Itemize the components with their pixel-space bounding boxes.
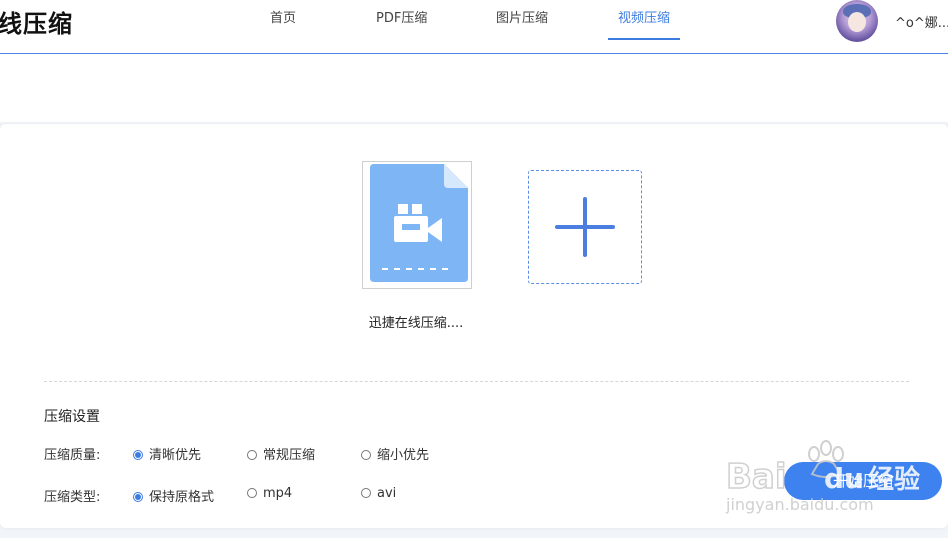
type-option-avi[interactable]: avi bbox=[361, 486, 396, 501]
username[interactable]: ^o^娜... bbox=[895, 12, 948, 31]
quality-label: 压缩质量: bbox=[44, 448, 101, 463]
watermark-brand-cn: 经验 bbox=[868, 464, 920, 495]
type-option-mp4[interactable]: mp4 bbox=[247, 486, 292, 501]
nav-image-compress[interactable]: 图片压缩 bbox=[496, 11, 548, 38]
radio-checked-icon[interactable] bbox=[133, 491, 143, 502]
radio-checked-icon[interactable] bbox=[133, 449, 143, 460]
uploaded-file-card[interactable] bbox=[362, 161, 472, 289]
quality-option-normal[interactable]: 常规压缩 bbox=[247, 444, 315, 463]
quality-option-small[interactable]: 缩小优先 bbox=[361, 444, 429, 463]
type-option-original[interactable]: 保持原格式 bbox=[133, 486, 214, 505]
nav-home[interactable]: 首页 bbox=[270, 11, 296, 38]
nav-pdf-compress[interactable]: PDF压缩 bbox=[376, 11, 427, 38]
video-file-icon bbox=[370, 164, 468, 282]
plus-icon bbox=[555, 197, 615, 257]
file-name: 迅捷在线压缩.... bbox=[368, 316, 464, 331]
radio-icon[interactable] bbox=[361, 449, 371, 460]
nav-video-compress[interactable]: 视频压缩 bbox=[608, 11, 680, 40]
section-divider bbox=[44, 381, 909, 382]
type-label: 压缩类型: bbox=[44, 490, 101, 505]
watermark-brand: Bai bbox=[726, 457, 787, 497]
settings-title: 压缩设置 bbox=[44, 409, 100, 425]
baidu-jingyan-watermark: Bai du 经验 jingyan.baidu.com bbox=[725, 440, 920, 514]
top-header: 线压缩 首页 PDF压缩 图片压缩 视频压缩 ^o^娜... bbox=[0, 0, 948, 54]
radio-icon[interactable] bbox=[247, 449, 257, 460]
quality-option-clear[interactable]: 清晰优先 bbox=[133, 444, 201, 463]
radio-icon[interactable] bbox=[247, 487, 257, 498]
radio-icon[interactable] bbox=[361, 487, 371, 498]
header-band bbox=[0, 54, 948, 122]
watermark-url: jingyan.baidu.com bbox=[725, 495, 874, 514]
watermark-brand-suffix: du bbox=[824, 462, 864, 495]
site-logo[interactable]: 线压缩 bbox=[0, 4, 73, 39]
avatar[interactable] bbox=[836, 0, 878, 42]
add-file-button[interactable] bbox=[528, 170, 642, 284]
